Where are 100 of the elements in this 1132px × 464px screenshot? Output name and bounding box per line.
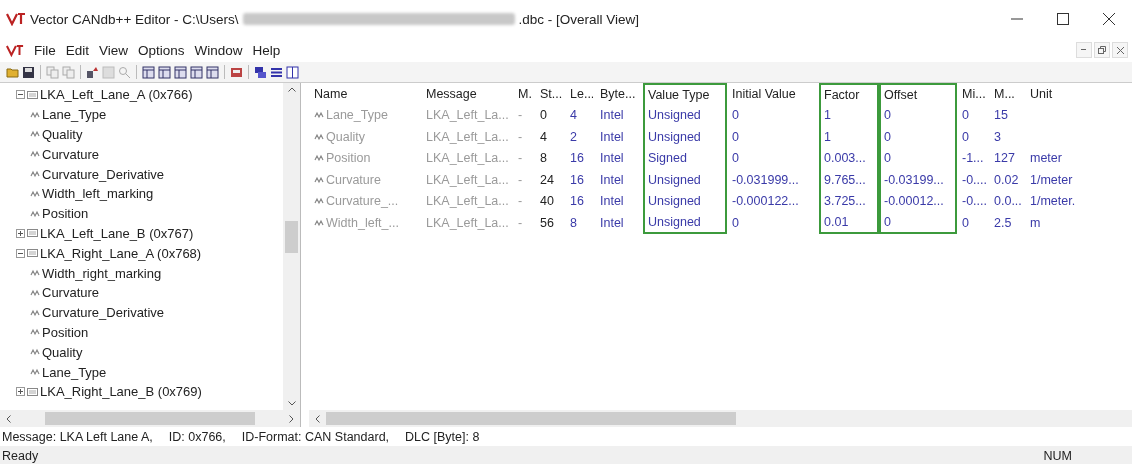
- table-cell: 1: [824, 129, 831, 144]
- column-header[interactable]: Mi...: [957, 83, 989, 105]
- table-cell: 0: [732, 151, 739, 166]
- table-cell: 0: [884, 129, 891, 144]
- tree-item[interactable]: Curvature: [42, 146, 100, 162]
- table-cell: 0.01: [824, 214, 849, 229]
- restore-icon: [1098, 46, 1106, 54]
- tree-item[interactable]: LKA_Right_Lane_B (0x769): [40, 384, 202, 400]
- maximize-icon: [1057, 13, 1069, 25]
- table-cell: 56: [540, 215, 554, 230]
- table-cell: 0.003...: [824, 151, 866, 166]
- message-icon: [27, 387, 38, 396]
- close-icon: [1116, 46, 1124, 54]
- expand-icon[interactable]: [16, 228, 25, 238]
- table-cell: 16: [570, 151, 584, 166]
- scroll-left-icon[interactable]: [315, 414, 320, 423]
- table-cell: 8: [570, 215, 577, 230]
- status-text: ID-Format: CAN Standard,: [241, 429, 390, 444]
- tree-item[interactable]: Lane_Type: [42, 364, 107, 380]
- tree-item[interactable]: LKA_Left_Lane_B (0x767): [40, 225, 194, 241]
- table-cell: Quality: [326, 129, 365, 144]
- table-cell: 0: [962, 108, 969, 123]
- column-header[interactable]: Byte...: [595, 83, 643, 105]
- tree-item[interactable]: Width_right_marking: [42, 265, 162, 281]
- scroll-up-icon[interactable]: [287, 87, 296, 92]
- table-cell: -0.00012...: [884, 194, 944, 209]
- menu-item[interactable]: Help: [252, 42, 281, 58]
- menu-item[interactable]: File: [34, 42, 56, 58]
- table-cell: -: [518, 215, 523, 230]
- column-header[interactable]: Message: [421, 83, 513, 105]
- window-title: .dbc - [Overall View]: [518, 11, 640, 27]
- status-text: Message: LKA Left Lane A,: [2, 429, 153, 444]
- status-text: ID: 0x766,: [168, 429, 226, 444]
- table-icon[interactable]: [158, 65, 171, 79]
- close-button[interactable]: [1112, 42, 1128, 58]
- column-header[interactable]: Initial Value: [727, 83, 819, 105]
- menu-item[interactable]: Window: [194, 42, 243, 58]
- tree-item[interactable]: Quality: [42, 344, 83, 360]
- panel-icon[interactable]: [286, 65, 299, 79]
- restore-button[interactable]: [1094, 42, 1110, 58]
- column-header[interactable]: M...: [989, 83, 1025, 105]
- table-cell: 16: [570, 194, 584, 209]
- table-icon[interactable]: [206, 65, 219, 79]
- table-cell: LKA_Left_La...: [426, 194, 509, 209]
- table-cell: Intel: [600, 172, 624, 187]
- tree-item[interactable]: Position: [42, 324, 89, 340]
- table-cell: Intel: [600, 129, 624, 144]
- table-cell: Unsigned: [648, 214, 701, 229]
- signal-icon: [314, 154, 324, 163]
- tree-item[interactable]: Curvature: [42, 285, 100, 301]
- column-header[interactable]: Value Type: [643, 83, 727, 105]
- column-header[interactable]: St...: [535, 83, 565, 105]
- scrollbar-thumb[interactable]: [45, 412, 255, 425]
- minimize-icon: [1081, 49, 1087, 51]
- tree-item[interactable]: Width_left_marking: [42, 186, 154, 202]
- table-cell: -0.03199...: [884, 172, 944, 187]
- table-icon[interactable]: [142, 65, 155, 79]
- table-cell: LKA_Left_La...: [426, 172, 509, 187]
- tree-item[interactable]: Lane_Type: [42, 107, 107, 123]
- tree-item[interactable]: Position: [42, 206, 89, 222]
- menu-item[interactable]: Edit: [65, 42, 90, 58]
- menu-item[interactable]: View: [99, 42, 129, 58]
- table-icon[interactable]: [190, 65, 203, 79]
- table-cell: Unsigned: [648, 108, 701, 123]
- folder-icon[interactable]: [6, 65, 19, 79]
- table-icon[interactable]: [174, 65, 187, 79]
- tree-item[interactable]: Curvature_Derivative: [42, 166, 165, 182]
- scrollbar-thumb[interactable]: [326, 412, 736, 425]
- save-icon[interactable]: [22, 65, 35, 79]
- table-cell: Width_left_...: [326, 215, 399, 230]
- scroll-right-icon[interactable]: [289, 414, 294, 423]
- column-header[interactable]: Factor: [819, 83, 879, 105]
- table-cell: -: [518, 108, 523, 123]
- tree-item[interactable]: LKA_Right_Lane_A (0x768): [40, 245, 202, 261]
- collapse-icon[interactable]: [16, 248, 25, 258]
- table-cell: Intel: [600, 194, 624, 209]
- collapse-icon[interactable]: [16, 90, 25, 100]
- scrollbar-thumb[interactable]: [285, 221, 298, 253]
- table-cell: Intel: [600, 215, 624, 230]
- menu-item[interactable]: Options: [138, 42, 185, 58]
- tree-item[interactable]: Curvature_Derivative: [42, 305, 165, 321]
- table-cell: -: [518, 172, 523, 187]
- table-cell: Intel: [600, 108, 624, 123]
- expand-icon[interactable]: [16, 387, 25, 397]
- tree-item[interactable]: LKA_Left_Lane_A (0x766): [40, 87, 193, 103]
- scroll-down-icon[interactable]: [287, 401, 296, 406]
- column-header[interactable]: Unit: [1025, 83, 1103, 105]
- layers-icon[interactable]: [254, 65, 267, 79]
- column-header[interactable]: Le...: [565, 83, 595, 105]
- column-header[interactable]: Name: [309, 83, 421, 105]
- scroll-left-icon[interactable]: [6, 414, 11, 423]
- signal-icon: [30, 348, 40, 357]
- table-cell: LKA_Left_La...: [426, 129, 509, 144]
- table-cell: 0: [884, 214, 891, 229]
- tree-item[interactable]: Quality: [42, 127, 83, 142]
- table-cell: 9.765...: [824, 172, 866, 187]
- signal-icon: [314, 218, 324, 227]
- column-header[interactable]: Offset: [879, 83, 957, 105]
- column-header[interactable]: M.: [513, 83, 535, 105]
- list-icon[interactable]: [270, 65, 283, 79]
